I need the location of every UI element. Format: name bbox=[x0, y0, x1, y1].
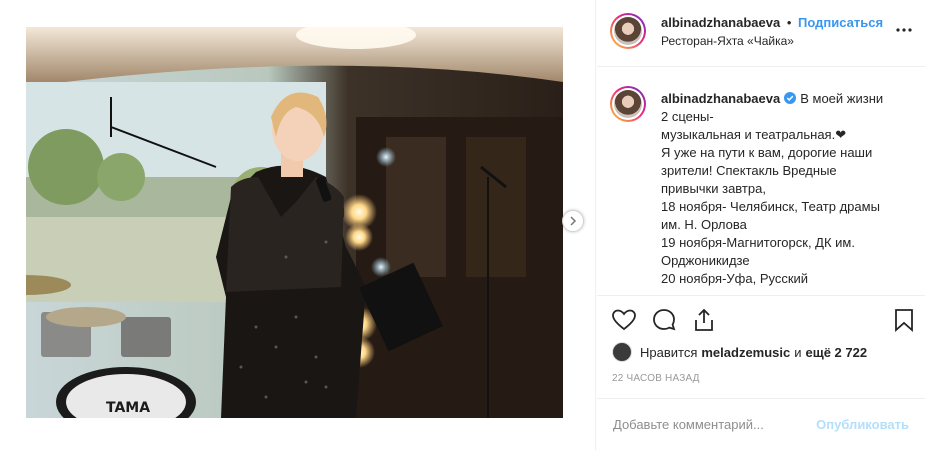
caption-author-avatar[interactable] bbox=[610, 86, 646, 122]
caption-line: Я уже на пути к вам, дорогие наши bbox=[661, 145, 873, 160]
author-username-link[interactable]: albinadzhanabaeva bbox=[661, 15, 780, 30]
caption-line: В моей жизни bbox=[800, 91, 884, 106]
caption-line: 19 ноября-Магнитогорск, ДК им. bbox=[661, 235, 855, 250]
post-media-area: TAMA bbox=[0, 0, 596, 450]
caption-username-link[interactable]: albinadzhanabaeva bbox=[661, 91, 780, 106]
concert-photo-illustration: TAMA bbox=[26, 27, 563, 418]
caption-line: привычки завтра, bbox=[661, 181, 766, 196]
post-photo[interactable]: TAMA bbox=[26, 27, 563, 418]
instagram-post: TAMA albinadzhanabaeva • Подписаться Рес… bbox=[0, 0, 925, 450]
caption-line: 2 сцены- bbox=[661, 109, 714, 124]
more-options-icon[interactable] bbox=[894, 20, 914, 40]
chevron-right-icon bbox=[570, 216, 577, 226]
publish-button[interactable]: Опубликовать bbox=[816, 417, 909, 432]
comments-section: albinadzhanabaeva В моей жизни 2 сцены- м… bbox=[597, 68, 925, 294]
author-avatar[interactable] bbox=[610, 13, 646, 49]
likes-summary: Нравится meladzemusic и ещё 2 722 bbox=[612, 342, 871, 362]
verified-badge-icon bbox=[784, 92, 797, 104]
liker-avatar[interactable] bbox=[612, 342, 632, 362]
post-caption: albinadzhanabaeva В моей жизни 2 сцены- м… bbox=[661, 90, 913, 288]
action-bar bbox=[597, 295, 925, 347]
comment-icon[interactable] bbox=[651, 307, 677, 333]
comment-input[interactable] bbox=[613, 417, 809, 432]
caption-line: музыкальная и театральная.❤ bbox=[661, 127, 847, 142]
heart-icon[interactable] bbox=[611, 307, 637, 333]
liker-username-link[interactable]: meladzemusic bbox=[701, 345, 790, 360]
post-sidebar: albinadzhanabaeva • Подписаться Ресторан… bbox=[597, 0, 925, 450]
avatar-image bbox=[614, 17, 642, 45]
caption-line: им. Н. Орлова bbox=[661, 217, 747, 232]
header-title-row: albinadzhanabaeva • Подписаться bbox=[661, 15, 883, 30]
caption-line: Орджоникидзе bbox=[661, 253, 750, 268]
bookmark-icon[interactable] bbox=[891, 307, 917, 333]
share-icon[interactable] bbox=[691, 307, 717, 333]
next-photo-button[interactable] bbox=[562, 210, 584, 232]
caption-line: 18 ноября- Челябинск, Театр драмы bbox=[661, 199, 880, 214]
avatar-image bbox=[614, 90, 642, 118]
caption-line: 20 ноября-Уфа, Русский bbox=[661, 271, 809, 286]
follow-button[interactable]: Подписаться bbox=[798, 15, 883, 30]
drum-brand-text: TAMA bbox=[106, 400, 150, 416]
post-header: albinadzhanabaeva • Подписаться Ресторан… bbox=[597, 0, 925, 67]
separator-dot: • bbox=[786, 15, 792, 30]
caption-line: зрители! Спектакль Вредные bbox=[661, 163, 837, 178]
comment-form: Опубликовать bbox=[597, 398, 925, 450]
likes-count-link[interactable]: ещё 2 722 bbox=[806, 345, 868, 360]
likes-conjunction: и bbox=[794, 344, 802, 360]
location-link[interactable]: Ресторан-Яхта «Чайка» bbox=[661, 34, 794, 48]
likes-prefix: Нравится bbox=[640, 344, 698, 360]
post-timestamp[interactable]: 22 часов назад bbox=[612, 373, 700, 384]
avatar-ring bbox=[612, 15, 644, 47]
avatar-ring bbox=[612, 88, 644, 120]
